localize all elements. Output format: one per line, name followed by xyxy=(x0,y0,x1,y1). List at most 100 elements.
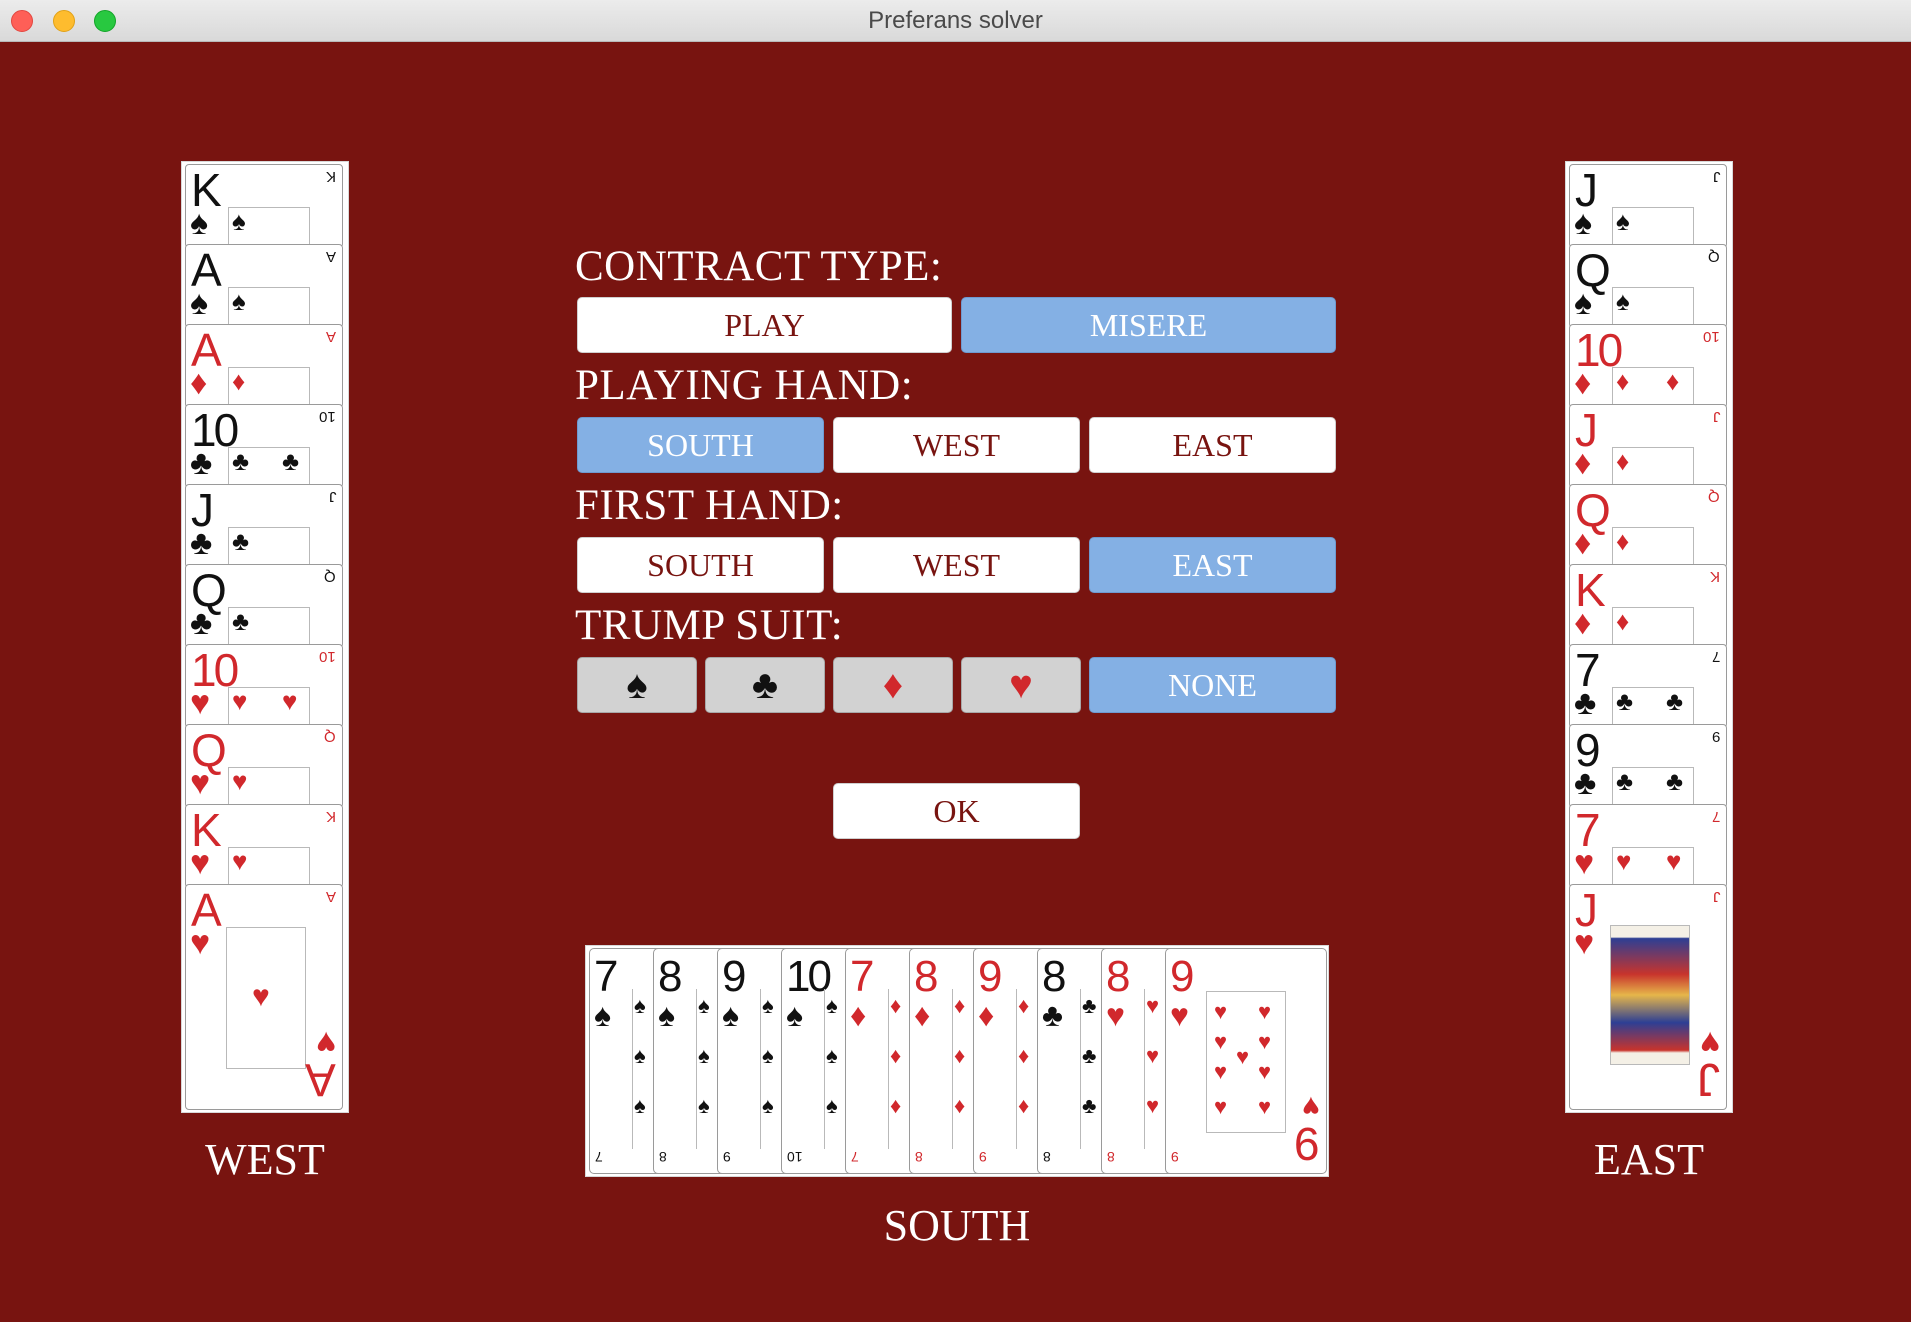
card-suit: ♥ xyxy=(1106,997,1125,1033)
card-corner-rank: 7 xyxy=(1711,648,1720,665)
west-card[interactable]: A ♠ A ♠ xyxy=(185,244,343,328)
card-suit: ♣ xyxy=(190,525,213,562)
trump-diamond-button[interactable]: ♦ xyxy=(833,657,953,713)
card-center-pip: ♣ xyxy=(1616,767,1634,796)
card-suit: ♥ xyxy=(1170,997,1189,1033)
card-center-pip: ♠ xyxy=(634,1043,646,1068)
trump-spade-button[interactable]: ♠ xyxy=(577,657,697,713)
card-suit: ♣ xyxy=(190,605,213,642)
window-titlebar: Preferans solver xyxy=(0,0,1911,42)
card-center-pip: ♠ xyxy=(698,993,710,1018)
card-corner-rank: 7 xyxy=(595,1149,603,1165)
card-center-pip: ♣ xyxy=(1616,687,1634,716)
west-card[interactable]: K ♠ K ♠ xyxy=(185,164,343,248)
card-rank: 8 xyxy=(658,952,683,1001)
first-hand-west-button[interactable]: WEST xyxy=(833,537,1080,593)
card-corner-rank: 8 xyxy=(915,1149,923,1165)
playing-hand-label: PLAYING HAND: xyxy=(575,362,914,409)
card-corner-rank: 9 xyxy=(1171,1149,1179,1165)
east-card[interactable]: 10 ♦ 10 ♦ ♦ xyxy=(1569,324,1727,408)
east-card[interactable]: 9 ♣ 9 ♣ ♣ xyxy=(1569,724,1727,808)
card-rank: 9 xyxy=(722,952,747,1001)
card-center-pip: ♥ xyxy=(1616,847,1632,876)
diamond-icon: ♦ xyxy=(882,662,904,707)
east-card[interactable]: 7 ♥ 7 ♥ ♥ xyxy=(1569,804,1727,888)
card-center-pip: ♥ xyxy=(1146,993,1160,1018)
card-center-pip: ♦ xyxy=(1616,367,1630,396)
card-suit: ♠ xyxy=(1574,285,1593,322)
first-hand-east-button[interactable]: EAST xyxy=(1089,537,1336,593)
card-center-pip: ♥ xyxy=(1214,1094,1228,1119)
west-card[interactable]: A ♥ A ♥ A ♥ xyxy=(185,884,343,1110)
card-center-pip: ♥ xyxy=(1666,847,1682,876)
trump-heart-button[interactable]: ♥ xyxy=(961,657,1081,713)
card-bottom-suit: ♥ xyxy=(1302,1090,1320,1123)
card-rank: 8 xyxy=(914,952,939,1001)
card-rank: 9 xyxy=(1170,952,1195,1001)
card-center-pip: ♠ xyxy=(762,993,774,1018)
card-center-pip: ♠ xyxy=(1616,207,1630,236)
first-hand-label: FIRST HAND: xyxy=(575,482,844,529)
west-card[interactable]: Q ♣ Q ♣ xyxy=(185,564,343,648)
east-card[interactable]: K ♦ K ♦ xyxy=(1569,564,1727,648)
trump-none-button[interactable]: NONE xyxy=(1089,657,1336,713)
contract-type-label: CONTRACT TYPE: xyxy=(575,243,943,290)
card-suit: ♥ xyxy=(190,765,211,802)
card-center-pip: ♦ xyxy=(890,1043,902,1068)
card-bottom-rank: J xyxy=(1697,1054,1720,1106)
card-suit: ♦ xyxy=(978,997,995,1033)
west-card[interactable]: J ♣ J ♣ xyxy=(185,484,343,568)
ok-button[interactable]: OK xyxy=(833,783,1080,839)
west-card[interactable]: 10 ♥ 10 ♥ ♥ xyxy=(185,644,343,728)
card-suit: ♠ xyxy=(1574,205,1593,242)
card-center-pip: ♣ xyxy=(1666,767,1684,796)
east-card[interactable]: Q ♠ Q ♠ xyxy=(1569,244,1727,328)
card-center-pip: ♠ xyxy=(232,207,246,236)
card-suit: ♥ xyxy=(190,685,211,722)
card-suit: ♣ xyxy=(1042,997,1063,1033)
card-center-pip: ♦ xyxy=(1616,527,1630,556)
card-center-pip: ♣ xyxy=(232,527,250,556)
card-center-pip: ♥ xyxy=(1214,1059,1228,1084)
east-card[interactable]: Q ♦ Q ♦ xyxy=(1569,484,1727,568)
playing-hand-west-button[interactable]: WEST xyxy=(833,417,1080,473)
east-card[interactable]: J ♠ J ♠ xyxy=(1569,164,1727,248)
west-card[interactable]: A ♦ A ♦ xyxy=(185,324,343,408)
card-center-pip: ♦ xyxy=(890,993,902,1018)
card-corner-rank: J xyxy=(1712,168,1721,185)
south-card[interactable]: 9 ♥ 9 ♥ ♥ ♥ ♥ ♥ ♥ ♥ ♥ ♥ 9 ♥ xyxy=(1165,948,1327,1174)
card-suit: ♦ xyxy=(1574,605,1592,642)
window-title: Preferans solver xyxy=(868,7,1043,34)
card-corner-rank: 7 xyxy=(851,1149,859,1165)
card-rank: 8 xyxy=(1106,952,1131,1001)
card-corner-rank: J xyxy=(1712,888,1721,905)
first-hand-south-button[interactable]: SOUTH xyxy=(577,537,824,593)
card-center-pip: ♦ xyxy=(954,1043,966,1068)
card-suit: ♦ xyxy=(1574,445,1592,482)
card-center-pip: ♥ xyxy=(252,980,270,1013)
contract-misere-button[interactable]: MISERE xyxy=(961,297,1336,353)
playing-hand-south-button[interactable]: SOUTH xyxy=(577,417,824,473)
west-card[interactable]: Q ♥ Q ♥ xyxy=(185,724,343,808)
card-suit: ♣ xyxy=(190,445,213,482)
card-corner-rank: A xyxy=(325,328,336,345)
west-card[interactable]: K ♥ K ♥ xyxy=(185,804,343,888)
east-card[interactable]: J ♥ J J ♥ xyxy=(1569,884,1727,1110)
card-center-pip: ♣ xyxy=(282,447,300,476)
card-suit: ♠ xyxy=(786,997,803,1033)
east-card[interactable]: J ♦ J ♦ xyxy=(1569,404,1727,488)
card-center-pip: ♠ xyxy=(826,1043,838,1068)
card-center-pip: ♣ xyxy=(1082,1043,1097,1068)
card-center-pip: ♠ xyxy=(826,993,838,1018)
card-center-pip: ♥ xyxy=(1258,1094,1272,1119)
west-card[interactable]: 10 ♣ 10 ♣ ♣ xyxy=(185,404,343,488)
card-center-pip: ♠ xyxy=(634,993,646,1018)
contract-play-button[interactable]: PLAY xyxy=(577,297,952,353)
card-corner-rank: J xyxy=(328,488,337,505)
playing-hand-east-button[interactable]: EAST xyxy=(1089,417,1336,473)
card-suit: ♦ xyxy=(1574,365,1592,402)
heart-icon: ♥ xyxy=(1009,662,1033,707)
trump-suit-label: TRUMP SUIT: xyxy=(575,602,844,649)
trump-club-button[interactable]: ♣ xyxy=(705,657,825,713)
east-card[interactable]: 7 ♣ 7 ♣ ♣ xyxy=(1569,644,1727,728)
